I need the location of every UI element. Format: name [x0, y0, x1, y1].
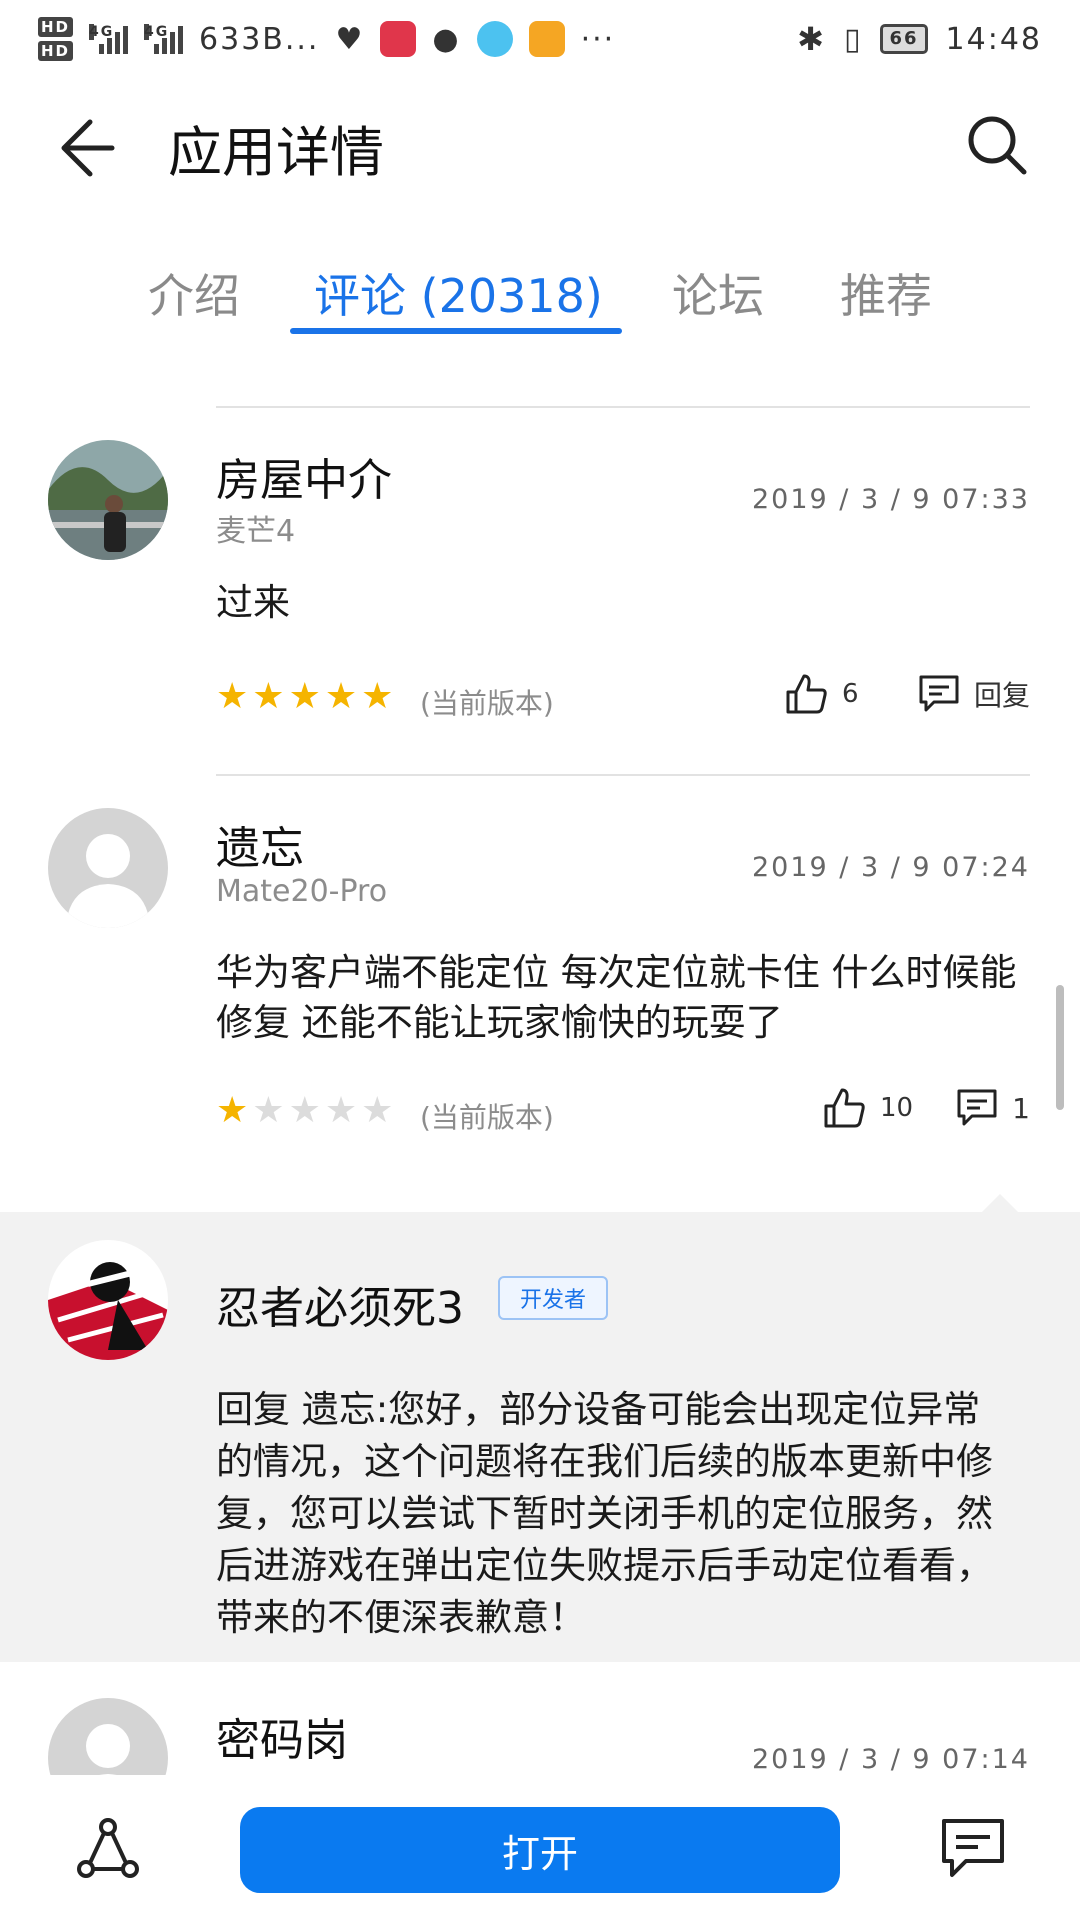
review-item: 房屋中介 麦芒4 2019 / 3 / 9 07:33 过来 ★ ★ ★ ★ ★ (当前…: [0, 406, 1080, 776]
avatar-photo-image: [48, 440, 168, 560]
more-notifications: ···: [580, 21, 616, 57]
review-text: 华为客户端不能定位 每次定位就卡住 什么时候能修复 还能不能让玩家愉快的玩耍了: [216, 951, 1017, 1044]
reviewer-name[interactable]: 房屋中介: [216, 444, 392, 508]
search-button[interactable]: [962, 110, 1032, 180]
back-button[interactable]: [50, 110, 120, 180]
star-filled-icon: ★: [216, 676, 249, 717]
star-filled-icon: ★: [216, 1090, 249, 1131]
bottom-action-bar: 打开: [0, 1775, 1080, 1920]
like-button[interactable]: 6: [784, 672, 859, 716]
developer-name[interactable]: 忍者必须死3: [216, 1272, 464, 1336]
status-bar: HD HD 4G 4G 633B... ♥ ● ··· ✱ ▯ 66 14:48: [0, 0, 1080, 78]
default-avatar-icon: [86, 1724, 130, 1775]
avatar[interactable]: [48, 1698, 168, 1775]
review-time: 2019 / 3 / 9 07:33: [752, 484, 1030, 515]
star-rating: ★ ★ ★ ★ ★: [216, 676, 393, 717]
thumbs-up-icon: [786, 674, 827, 714]
developer-badge: 开发者: [498, 1276, 609, 1320]
scrollbar[interactable]: [1056, 985, 1064, 1110]
review-time: 2019 / 3 / 9 07:14: [752, 1744, 1030, 1775]
developer-reply: 忍者必须死3 开发者 回复 遗忘:您好，部分设备可能会出现定位异常的情况，这个问…: [0, 1194, 1080, 1662]
star-empty-icon: ★: [324, 1090, 358, 1131]
reviewer-device: Mate20-Pro: [216, 874, 388, 909]
divider: [216, 406, 1030, 408]
version-label: (当前版本): [420, 1101, 554, 1134]
video-app-icon: [476, 21, 513, 57]
wechat-icon: ●: [432, 21, 461, 57]
reviewer-device: 麦芒4: [216, 514, 296, 549]
back-arrow-icon: [61, 119, 115, 177]
signal-1-icon: 4G: [89, 24, 129, 54]
reply-button[interactable]: 1: [956, 1088, 1030, 1128]
app-header: 应用详情: [0, 78, 1080, 218]
tab-recommend[interactable]: 推荐: [840, 260, 932, 326]
tab-reviews[interactable]: 评论 (20318): [314, 260, 603, 326]
comment-icon: [957, 1089, 997, 1126]
reviewer-name[interactable]: 遗忘: [216, 812, 304, 876]
divider: [216, 774, 1030, 776]
search-icon: [968, 116, 1027, 175]
review-text: 过来: [216, 581, 290, 624]
developer-avatar[interactable]: [48, 1240, 168, 1360]
reply-pointer: [982, 1194, 1018, 1212]
bluetooth-icon: ✱: [797, 20, 826, 58]
review-time: 2019 / 3 / 9 07:24: [752, 852, 1030, 883]
vibrate-icon: ▯: [843, 21, 863, 57]
star-filled-icon: ★: [361, 676, 394, 717]
version-label: (当前版本): [420, 687, 554, 720]
developer-reply-text: 回复 遗忘:您好，部分设备可能会出现定位异常的情况，这个问题将在我们后续的版本更…: [216, 1388, 993, 1639]
app-notification-icon: [380, 21, 417, 57]
reply-button[interactable]: 回复: [918, 674, 1030, 714]
default-avatar-icon: [66, 834, 150, 928]
star-empty-icon: ★: [361, 1090, 394, 1131]
reply-label: 回复: [973, 679, 1030, 712]
tab-intro[interactable]: 介绍: [148, 260, 240, 326]
write-comment-button[interactable]: [940, 1817, 1006, 1881]
like-button[interactable]: 10: [822, 1086, 913, 1130]
star-rating: ★ ★ ★ ★ ★: [216, 1090, 393, 1131]
network-speed: 633B...: [199, 21, 320, 57]
tab-forum[interactable]: 论坛: [672, 260, 764, 326]
star-filled-icon: ★: [324, 676, 358, 717]
net1-label: 4G: [89, 24, 115, 40]
hd-indicators: HD HD: [38, 17, 74, 61]
share-icon: [77, 1818, 139, 1878]
review-item: 密码岗 2019 / 3 / 9 07:14: [0, 1662, 1080, 1775]
star-filled-icon: ★: [252, 676, 285, 717]
net2-label: 4G: [144, 24, 170, 40]
hd1-badge: HD: [38, 17, 74, 37]
reply-count: 1: [1012, 1091, 1030, 1125]
active-tab-indicator: [290, 328, 622, 334]
reviewer-name[interactable]: 密码岗: [216, 1704, 348, 1768]
like-count: 6: [842, 679, 859, 709]
heart-rate-icon: ♥: [335, 21, 365, 57]
star-empty-icon: ★: [288, 1090, 321, 1131]
hd2-badge: HD: [38, 41, 74, 61]
page-title: 应用详情: [168, 121, 384, 184]
open-app-button[interactable]: 打开: [240, 1807, 840, 1893]
tab-bar: 介绍 评论 (20318) 论坛 推荐: [0, 250, 1080, 340]
star-empty-icon: ★: [252, 1090, 285, 1131]
weibo-icon: [528, 21, 565, 57]
share-button[interactable]: [76, 1817, 140, 1881]
like-count: 10: [880, 1093, 914, 1123]
comment-icon: [919, 675, 959, 712]
ninja-logo-image: [48, 1240, 168, 1360]
avatar[interactable]: [48, 808, 168, 928]
signal-2-icon: 4G: [144, 24, 184, 54]
review-item: 遗忘 Mate20-Pro 2019 / 3 / 9 07:24 华为客户端不能…: [0, 774, 1080, 1194]
comment-icon: [942, 1819, 1004, 1877]
star-filled-icon: ★: [288, 676, 321, 717]
clock: 14:48: [945, 21, 1042, 57]
battery-icon: 66: [880, 24, 928, 54]
avatar[interactable]: [48, 440, 168, 560]
thumbs-up-icon: [824, 1088, 865, 1128]
